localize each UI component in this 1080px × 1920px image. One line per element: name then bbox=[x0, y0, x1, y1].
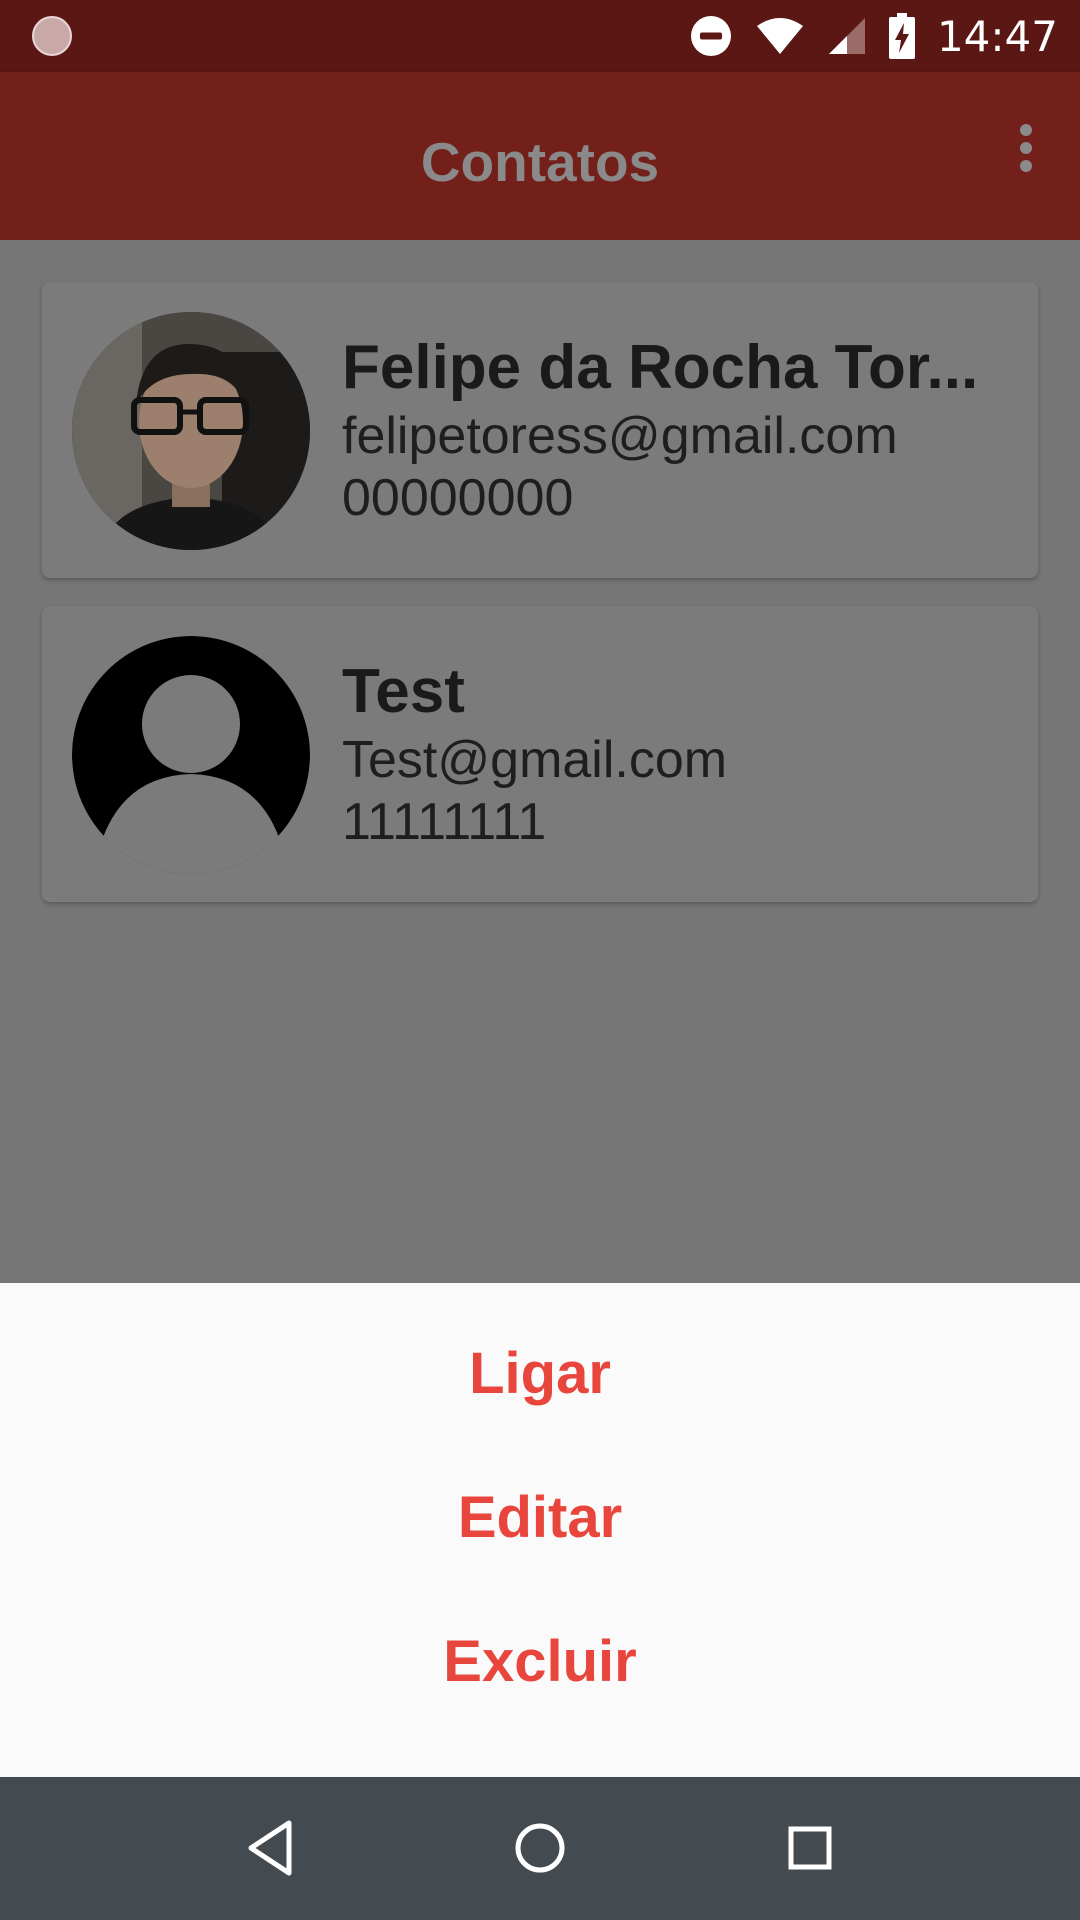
call-button[interactable]: Ligar bbox=[0, 1313, 1080, 1433]
navigation-bar bbox=[0, 1777, 1080, 1920]
default-person-icon bbox=[72, 636, 310, 874]
app-bar: Contatos bbox=[0, 72, 1080, 240]
contact-name: Test bbox=[342, 657, 465, 726]
recents-icon[interactable] bbox=[777, 1815, 843, 1881]
delete-button[interactable]: Excluir bbox=[0, 1601, 1080, 1721]
contact-card[interactable]: Test Test@gmail.com 11111111 bbox=[42, 606, 1038, 902]
contact-avatar-photo bbox=[72, 312, 310, 550]
do-not-disturb-icon bbox=[690, 16, 731, 56]
wifi-icon bbox=[756, 18, 803, 54]
cellular-signal-icon bbox=[828, 18, 865, 54]
options-bottom-sheet: Ligar Editar Excluir bbox=[0, 1283, 1080, 1777]
status-bar: 14:47 bbox=[0, 0, 1080, 72]
contact-card[interactable]: Felipe da Rocha Tor... felipetoress@gmai… bbox=[42, 282, 1038, 578]
page-title: Contatos bbox=[420, 131, 660, 193]
contact-phone: 11111111 bbox=[342, 793, 547, 851]
home-icon[interactable] bbox=[507, 1815, 573, 1881]
back-icon[interactable] bbox=[237, 1815, 303, 1881]
status-icons: 14:47 bbox=[689, 11, 1058, 61]
contact-list: Felipe da Rocha Tor... felipetoress@gmai… bbox=[0, 240, 1080, 1283]
contact-name: Felipe da Rocha Tor... bbox=[342, 333, 979, 402]
app-notification-icon bbox=[32, 16, 72, 56]
battery-charging-icon bbox=[888, 13, 915, 59]
contact-phone: 00000000 bbox=[342, 469, 574, 527]
status-time: 14:47 bbox=[936, 11, 1058, 61]
more-vert-icon[interactable] bbox=[1014, 122, 1038, 174]
contact-email: felipetoress@gmail.com bbox=[342, 407, 898, 465]
contact-email: Test@gmail.com bbox=[342, 731, 728, 789]
edit-button[interactable]: Editar bbox=[0, 1457, 1080, 1577]
